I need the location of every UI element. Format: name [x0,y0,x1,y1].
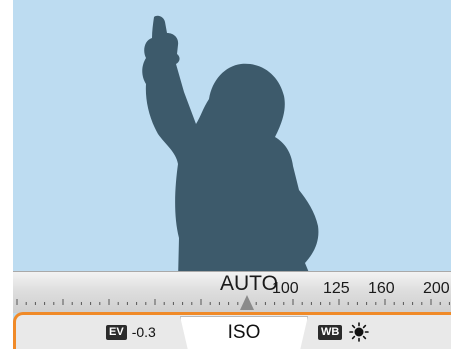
iso-dial[interactable]: AUTO 100 125 160 200 [13,271,451,313]
iso-option-125[interactable]: 125 [323,280,350,298]
camera-viewfinder: AUTO 100 125 160 200 EV -0.3 WB ISO [13,0,451,349]
sun-icon [349,322,370,342]
tab-iso[interactable]: ISO [180,316,308,349]
ev-setting[interactable]: EV -0.3 [106,315,156,349]
ev-badge: EV [106,324,127,340]
iso-option-200[interactable]: 200 [423,280,450,298]
tab-iso-label: ISO [227,322,261,343]
ev-value: -0.3 [131,324,156,340]
wb-setting[interactable]: WB [318,315,370,349]
iso-current-value: AUTO [220,272,278,295]
dial-scale-ticks [16,299,450,305]
iso-option-100[interactable]: 100 [272,280,299,298]
iso-option-160[interactable]: 160 [368,280,395,298]
wb-badge: WB [318,324,343,340]
dial-pointer-icon [240,295,254,310]
